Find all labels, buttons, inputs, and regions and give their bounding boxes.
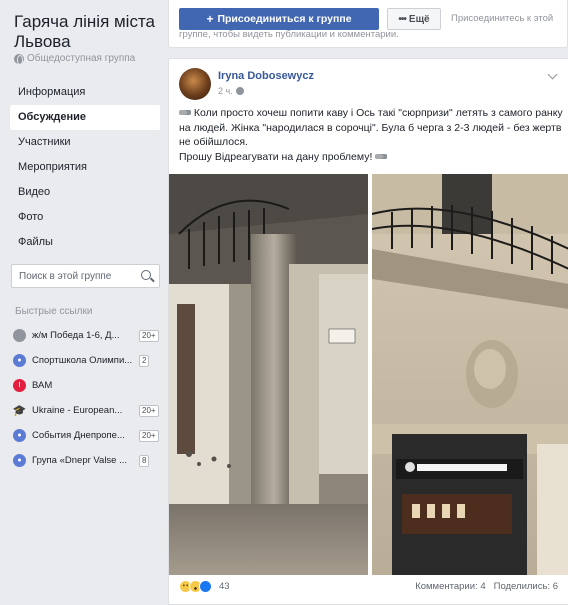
post-card: Iryna Dobosewycz 2 ч. Коли просто хочеш … [168, 58, 568, 605]
alert-icon: ! [13, 379, 26, 392]
join-group-button[interactable]: + Присоединиться к группе [179, 8, 379, 30]
quick-link-label: ВАМ [32, 380, 53, 391]
post-time-label: 2 ч. [218, 86, 233, 96]
quick-link-label: ж/м Победа 1-6, Д... [32, 330, 120, 341]
nav-item-videos[interactable]: Видео [10, 180, 160, 205]
quick-link-badge: 2 [139, 354, 150, 367]
moth-emoji-icon [179, 108, 191, 117]
quick-link-item[interactable]: 🎓 Ukraine - European... 20+ [13, 398, 163, 423]
group-privacy: Общедоступная группа [14, 53, 136, 65]
group-search [11, 264, 160, 288]
quick-link-badge: 20+ [139, 329, 159, 342]
shares-count[interactable]: Поделились: 6 [494, 581, 558, 592]
post-paragraph: Прошу Відреагувати на дану проблему! [179, 150, 563, 165]
plus-icon: + [206, 12, 214, 26]
moth-icon [13, 329, 26, 342]
post-photo-balcony-cafe[interactable] [372, 174, 568, 575]
more-button[interactable]: ••• Ещё [387, 8, 441, 30]
nav-item-info[interactable]: Информация [10, 80, 160, 105]
nav-item-members[interactable]: Участники [10, 130, 160, 155]
quick-link-badge: 8 [139, 454, 150, 467]
moth-emoji-icon [375, 151, 388, 161]
quick-link-item[interactable]: ! ВАМ [13, 373, 163, 398]
post-reactions[interactable]: 43 [179, 580, 230, 593]
group-icon: ● [13, 354, 26, 367]
reactions-count: 43 [219, 581, 230, 592]
quick-links-list: ж/м Победа 1-6, Д... 20+ ● Спортшкола Ол… [13, 323, 163, 473]
quick-link-badge: 20+ [139, 429, 159, 442]
group-search-input[interactable] [12, 265, 132, 287]
reaction-icons [179, 580, 215, 593]
join-group-label: Присоединиться к группе [217, 13, 352, 25]
nav-item-events[interactable]: Мероприятия [10, 155, 160, 180]
join-group-card: Присоединитесь к этой группе, чтобы виде… [168, 0, 568, 48]
search-icon[interactable] [141, 270, 151, 280]
like-reaction-icon [199, 580, 212, 593]
quick-link-item[interactable]: ● Група «Dnepr Valse ... 8 [13, 448, 163, 473]
group-title[interactable]: Гаряча лінія міста Львова [14, 12, 164, 52]
post-line-1: Коли просто хочеш попити каву і Ось такі… [179, 107, 563, 148]
nav-item-files[interactable]: Файлы [10, 230, 160, 255]
quick-link-item[interactable]: ● События Днепропе... 20+ [13, 423, 163, 448]
nav-item-discussion[interactable]: Обсуждение [10, 105, 160, 130]
post-photos [169, 174, 568, 575]
post-author[interactable]: Iryna Dobosewycz [218, 70, 314, 82]
group-privacy-label: Общедоступная группа [27, 53, 136, 64]
quick-link-label: Група «Dnepr Valse ... [32, 455, 128, 466]
avatar[interactable] [179, 68, 211, 100]
post-timestamp[interactable]: 2 ч. [218, 86, 244, 96]
quick-links-title: Быстрые ссылки [15, 306, 93, 317]
globe-icon [14, 53, 24, 65]
post-paragraph: Коли просто хочеш попити каву і Ось такі… [179, 106, 563, 150]
post-photo-building-column[interactable] [169, 174, 368, 575]
quick-link-item[interactable]: ж/м Победа 1-6, Д... 20+ [13, 323, 163, 348]
quick-link-item[interactable]: ● Спортшкола Олимпи... 2 [13, 348, 163, 373]
quick-link-label: Ukraine - European... [32, 405, 123, 416]
comments-count[interactable]: Комментарии: 4 [415, 581, 485, 592]
nav-item-photos[interactable]: Фото [10, 205, 160, 230]
post-text: Коли просто хочеш попити каву і Ось такі… [179, 106, 563, 164]
post-line-2: Прошу Відреагувати на дану проблему! [179, 150, 373, 163]
quick-link-label: Спортшкола Олимпи... [32, 355, 133, 366]
post-counts: Комментарии: 4 Поделились: 6 [415, 581, 558, 592]
quick-link-badge: 20+ [139, 404, 159, 417]
group-nav: Информация Обсуждение Участники Мероприя… [10, 80, 160, 255]
chevron-down-icon[interactable] [547, 69, 558, 80]
quick-link-label: События Днепропе... [32, 430, 125, 441]
more-label: Ещё [408, 13, 430, 25]
left-sidebar: Гаряча лінія міста Львова Общедоступная … [0, 0, 166, 605]
graduation-cap-icon: 🎓 [12, 405, 27, 417]
group-icon: ● [13, 454, 26, 467]
globe-icon [235, 87, 244, 95]
group-icon: ● [13, 429, 26, 442]
more-dots-icon: ••• [398, 13, 406, 25]
